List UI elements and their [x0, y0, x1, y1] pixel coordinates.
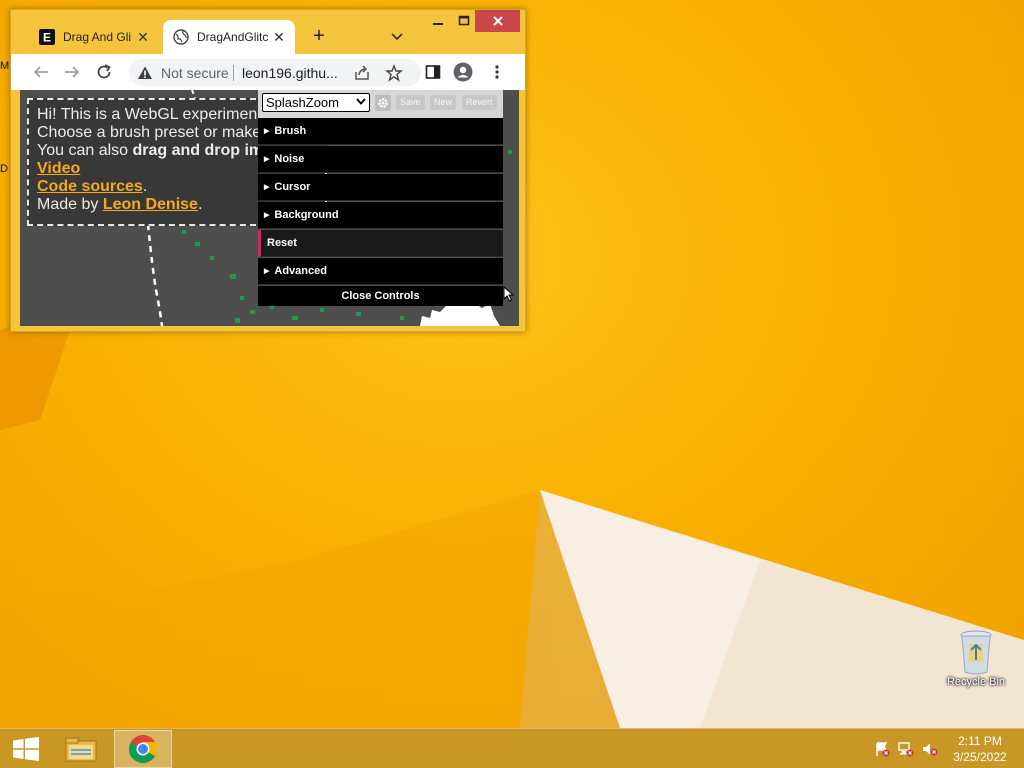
- caret-right-icon: ▶: [264, 184, 270, 191]
- share-icon[interactable]: [353, 64, 371, 82]
- video-link[interactable]: Video: [37, 160, 80, 177]
- close-window-button[interactable]: [475, 10, 520, 32]
- controls-header: SplashZoom Save New Revert: [258, 90, 503, 118]
- minimize-button[interactable]: [425, 10, 451, 32]
- recycle-bin-icon: [959, 630, 993, 675]
- address-bar[interactable]: Not secure leon196.githu...: [129, 59, 421, 86]
- back-arrow-icon[interactable]: [31, 62, 51, 82]
- windows-logo-icon: [13, 737, 39, 761]
- tab-drag-and-glitch-1[interactable]: E Drag And Gli ✕: [29, 20, 159, 54]
- chrome-taskbar-button[interactable]: [114, 730, 172, 768]
- chrome-logo-icon: [129, 735, 158, 763]
- tab-drag-and-glitch-2[interactable]: DragAndGlitc ✕: [163, 20, 295, 54]
- svg-text:E: E: [43, 31, 51, 45]
- intro-bold-text: drag and drop im: [132, 142, 264, 159]
- reload-icon[interactable]: [94, 62, 114, 82]
- new-tab-button[interactable]: +: [309, 25, 329, 48]
- taskbar-clock[interactable]: 2:11 PM 3/25/2022: [944, 733, 1016, 765]
- code-sources-link[interactable]: Code sources: [37, 178, 143, 195]
- globe-icon: [173, 29, 189, 45]
- url-text[interactable]: leon196.githu...: [242, 65, 338, 81]
- reset-button[interactable]: Reset: [258, 230, 503, 257]
- file-explorer-taskbar-button[interactable]: [52, 730, 110, 768]
- tab-title: DragAndGlitc: [197, 30, 269, 44]
- revert-preset-button[interactable]: Revert: [462, 95, 497, 110]
- network-icon[interactable]: [898, 741, 914, 757]
- caret-right-icon: ▶: [264, 212, 270, 219]
- folder-cursor[interactable]: ▶ Cursor: [258, 174, 503, 201]
- new-preset-button[interactable]: New: [430, 95, 457, 110]
- intro-text: Made by: [37, 196, 103, 213]
- address-divider: [233, 65, 234, 81]
- browser-toolbar: Not secure leon196.githu...: [11, 54, 525, 90]
- intro-text: .: [197, 196, 203, 213]
- folder-noise[interactable]: ▶ Noise: [258, 146, 503, 173]
- warning-triangle-icon[interactable]: [137, 65, 153, 81]
- caret-right-icon: ▶: [264, 128, 270, 135]
- caret-right-icon: ▶: [264, 156, 270, 163]
- title-bar[interactable]: E Drag And Gli ✕ DragAndGlitc ✕ +: [11, 10, 525, 54]
- bookmark-star-icon[interactable]: [385, 64, 403, 82]
- intro-text: You can also: [37, 142, 133, 159]
- close-tab-icon[interactable]: ✕: [135, 29, 151, 46]
- close-controls-button[interactable]: Close Controls: [258, 286, 503, 306]
- folder-label: Brush: [274, 125, 307, 137]
- folder-background[interactable]: ▶ Background: [258, 202, 503, 229]
- maximize-button[interactable]: [451, 10, 477, 32]
- security-label[interactable]: Not secure: [161, 65, 229, 81]
- browser-window: E Drag And Gli ✕ DragAndGlitc ✕ + Not se…: [10, 9, 526, 332]
- volume-muted-icon[interactable]: [922, 741, 938, 757]
- action-center-flag-icon[interactable]: [874, 741, 890, 757]
- clock-date: 3/25/2022: [953, 750, 1007, 764]
- controls-panel: SplashZoom Save New Revert ▶ Brush ▶ Noise: [258, 90, 503, 306]
- caret-right-icon: ▶: [264, 268, 270, 275]
- preset-select[interactable]: SplashZoom: [262, 93, 370, 112]
- tab-search-chevron-icon[interactable]: [389, 28, 405, 44]
- profile-avatar-icon[interactable]: [453, 62, 473, 82]
- recycle-bin[interactable]: Recycle Bin: [940, 630, 1012, 688]
- close-tab-icon[interactable]: ✕: [271, 29, 287, 46]
- folder-label: Background: [274, 209, 339, 221]
- taskbar: 2:11 PM 3/25/2022: [0, 728, 1024, 768]
- webgl-page[interactable]: Hi! This is a WebGL experimen Choose a b…: [20, 90, 519, 326]
- save-preset-button[interactable]: Save: [396, 95, 425, 110]
- tab-title: Drag And Gli: [63, 30, 132, 44]
- gear-icon[interactable]: [375, 95, 391, 111]
- mouse-cursor-icon: [503, 286, 515, 302]
- recycle-bin-label: Recycle Bin: [946, 676, 1006, 688]
- chevron-down-icon: [356, 96, 366, 109]
- author-link[interactable]: Leon Denise: [103, 196, 198, 213]
- intro-text: .: [142, 178, 148, 195]
- folder-label: Advanced: [274, 265, 327, 277]
- folder-advanced[interactable]: ▶ Advanced: [258, 258, 503, 285]
- e-logo-icon: E: [39, 29, 55, 45]
- forward-arrow-icon[interactable]: [62, 62, 82, 82]
- folder-brush[interactable]: ▶ Brush: [258, 118, 503, 145]
- menu-kebab-icon[interactable]: [487, 62, 507, 82]
- preset-selected-value: SplashZoom: [266, 95, 339, 110]
- folder-label: Noise: [274, 153, 305, 165]
- reset-label: Reset: [267, 237, 297, 249]
- clock-time: 2:11 PM: [958, 734, 1002, 748]
- start-button[interactable]: [0, 729, 52, 768]
- folder-icon: [65, 737, 97, 762]
- folder-label: Cursor: [274, 181, 311, 193]
- side-panel-icon[interactable]: [423, 62, 443, 82]
